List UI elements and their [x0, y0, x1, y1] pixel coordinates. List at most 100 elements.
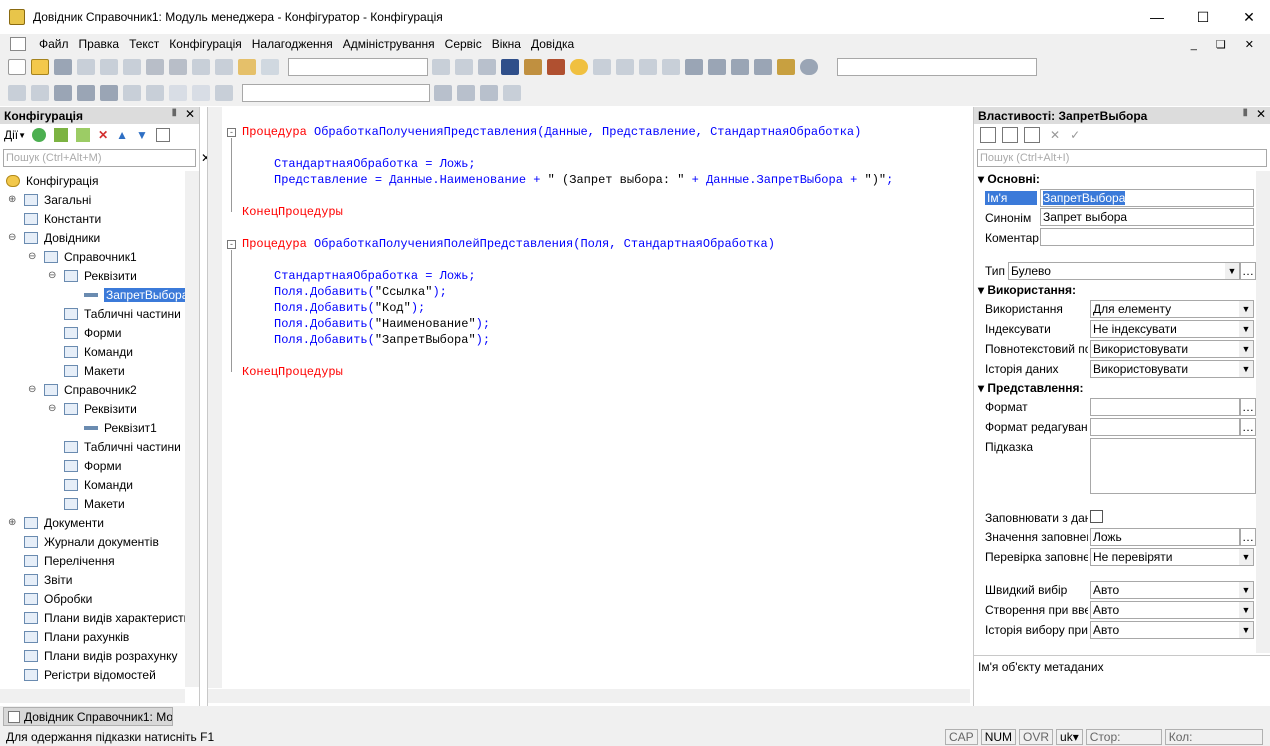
- format-field[interactable]: [1090, 398, 1240, 416]
- bookmark-next-icon[interactable]: [457, 85, 475, 101]
- properties-search-input[interactable]: Пошук (Ctrl+Alt+I) ✕: [977, 149, 1267, 167]
- tree-item[interactable]: Форми: [64, 456, 121, 475]
- sort-alpha-icon[interactable]: [980, 127, 996, 143]
- tree-item[interactable]: Звіти: [24, 570, 73, 589]
- debug-out-icon[interactable]: [639, 59, 657, 75]
- module-icon[interactable]: [8, 85, 26, 101]
- goto-icon[interactable]: [215, 85, 233, 101]
- section-representation[interactable]: ▾ Представлення:: [978, 381, 1084, 395]
- preview-icon[interactable]: [169, 59, 187, 75]
- tree-item[interactable]: Журнали документів: [24, 532, 159, 551]
- cut-icon[interactable]: [77, 59, 95, 75]
- bookmark-clear-icon[interactable]: [503, 85, 521, 101]
- tree-item[interactable]: Команди: [64, 475, 133, 494]
- section-main[interactable]: ▾ Основні:: [978, 172, 1040, 186]
- fulltext-select[interactable]: Використовувати ▼: [1090, 340, 1254, 358]
- menu-administration[interactable]: Адміністрування: [338, 37, 440, 51]
- collapse-icon[interactable]: ⊖: [48, 403, 56, 414]
- index-select[interactable]: Не індексувати ▼: [1090, 320, 1254, 338]
- type-ellipsis-button[interactable]: …: [1240, 262, 1256, 280]
- calc-icon[interactable]: [731, 59, 749, 75]
- comment-icon[interactable]: [169, 85, 187, 101]
- tree-item[interactable]: Форми: [64, 323, 121, 342]
- tree-item[interactable]: Перелічення: [24, 551, 115, 570]
- apply-icon[interactable]: ✓: [1070, 128, 1080, 142]
- debug-start-icon[interactable]: [685, 59, 703, 75]
- fill-from-checkbox[interactable]: [1090, 510, 1103, 523]
- procedure-combo[interactable]: [242, 84, 430, 102]
- debug-step-icon[interactable]: [593, 59, 611, 75]
- mdi-controls[interactable]: _ ❏ ✕: [1191, 38, 1262, 51]
- actions-menu[interactable]: Дії: [4, 128, 18, 142]
- section-usage[interactable]: ▾ Використання:: [978, 283, 1076, 297]
- tree-item[interactable]: Конфігурація: [6, 171, 98, 190]
- menu-edit[interactable]: Правка: [74, 37, 125, 51]
- tree-item[interactable]: Макети: [64, 494, 125, 513]
- tree-item[interactable]: ⊖ Справочник2: [28, 380, 137, 399]
- find-prev-icon[interactable]: [455, 59, 473, 75]
- open-icon[interactable]: [31, 59, 49, 75]
- add-copy-icon[interactable]: [76, 128, 91, 142]
- debug-cursor-icon[interactable]: [662, 59, 680, 75]
- tree-item[interactable]: ⊕ Документи: [8, 513, 104, 532]
- menu-help[interactable]: Довідка: [526, 37, 579, 51]
- tree-item[interactable]: Макети: [64, 361, 125, 380]
- tree-item[interactable]: Обробки: [24, 589, 92, 608]
- fill-check-select[interactable]: Не перевіряти ▼: [1090, 548, 1254, 566]
- new-icon[interactable]: [8, 59, 26, 75]
- bookmark-prev-icon[interactable]: [480, 85, 498, 101]
- tree-item[interactable]: Регістри відомостей: [24, 665, 156, 684]
- filter-icon[interactable]: [1024, 127, 1040, 143]
- add-icon[interactable]: [32, 128, 47, 142]
- collapse-icon[interactable]: ⊖: [48, 270, 56, 281]
- minimize-button[interactable]: —: [1134, 0, 1180, 34]
- format-ellipsis-button[interactable]: …: [1240, 398, 1256, 416]
- tree-item[interactable]: Команди: [64, 342, 133, 361]
- tree-item[interactable]: ⊕ Загальні: [8, 190, 91, 209]
- pin-icon[interactable]: ▮: [171, 107, 177, 118]
- taskbar-window-button[interactable]: Довідник Справочник1: Мод...: [3, 707, 173, 726]
- find-in-files-icon[interactable]: [238, 59, 256, 75]
- properties-vertical-scrollbar[interactable]: [1256, 171, 1270, 653]
- undo-icon[interactable]: [192, 59, 210, 75]
- close-panel-icon[interactable]: ✕: [185, 107, 195, 121]
- quick-choice-select[interactable]: Авто ▼: [1090, 581, 1254, 599]
- choice-history-select[interactable]: Авто ▼: [1090, 621, 1254, 639]
- print-icon[interactable]: [146, 59, 164, 75]
- edit-icon[interactable]: [54, 128, 69, 142]
- grid-icon[interactable]: [77, 85, 95, 101]
- search-icon[interactable]: [261, 59, 279, 75]
- redo-icon[interactable]: [215, 59, 233, 75]
- comment-field[interactable]: [1040, 228, 1254, 246]
- fold-toggle[interactable]: -: [227, 128, 236, 137]
- name-field[interactable]: ЗапретВыбора: [1040, 189, 1254, 207]
- edit-format-ellipsis-button[interactable]: …: [1240, 418, 1256, 436]
- clear-icon[interactable]: ✕: [1050, 128, 1060, 142]
- fold-toggle[interactable]: -: [227, 240, 236, 249]
- tree-item[interactable]: Табличні частини: [64, 437, 181, 456]
- tree-item[interactable]: Константи: [24, 209, 101, 228]
- bookmark-icon[interactable]: [434, 85, 452, 101]
- synonym-field[interactable]: Запрет выбора: [1040, 208, 1254, 226]
- menu-windows[interactable]: Вікна: [487, 37, 526, 51]
- tree-horizontal-scrollbar[interactable]: [0, 689, 185, 703]
- search-combo[interactable]: [288, 58, 428, 76]
- expand-icon[interactable]: ⊕: [8, 194, 16, 205]
- tree-item[interactable]: ⊖ Довідники: [8, 228, 100, 247]
- categories-icon[interactable]: [1002, 127, 1018, 143]
- menu-configuration[interactable]: Конфігурація: [164, 37, 246, 51]
- debug-over-icon[interactable]: [616, 59, 634, 75]
- tree-search-input[interactable]: Пошук (Ctrl+Alt+M) ✕: [3, 149, 211, 167]
- collapse-icon[interactable]: ⊖: [8, 232, 16, 243]
- clock-icon[interactable]: [800, 59, 818, 75]
- tree-item[interactable]: Плани видів характеристик: [24, 608, 185, 627]
- usage-select[interactable]: Для елементу ▼: [1090, 300, 1254, 318]
- pin-icon[interactable]: ▮: [1242, 107, 1248, 118]
- delete-icon[interactable]: ✕: [98, 128, 108, 142]
- tree-item[interactable]: Плани видів розрахунку: [24, 646, 178, 665]
- paste-icon[interactable]: [123, 59, 141, 75]
- reference-icon[interactable]: [547, 59, 565, 75]
- fill-value-field[interactable]: Ложь: [1090, 528, 1240, 546]
- run-icon[interactable]: [100, 85, 118, 101]
- collapse-icon[interactable]: ⊖: [28, 384, 36, 395]
